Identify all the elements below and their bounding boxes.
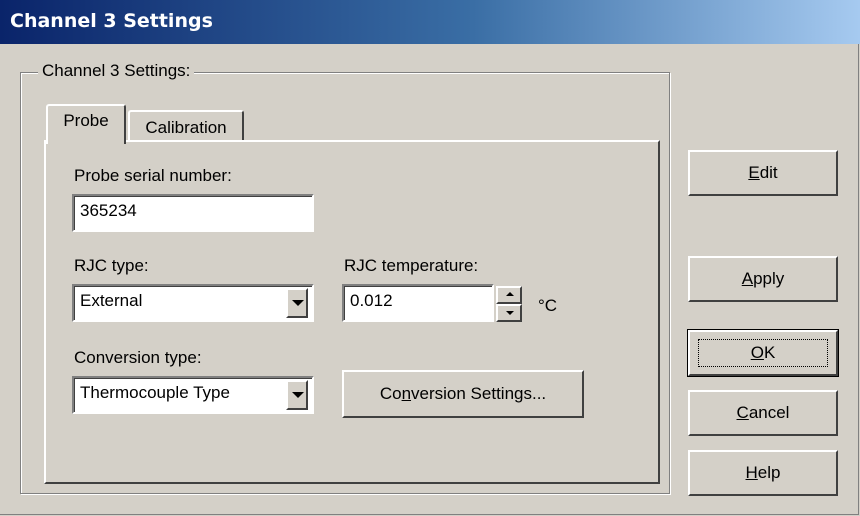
window-title: Channel 3 Settings xyxy=(10,10,213,32)
conversion-settings-button[interactable]: Conversion Settings... xyxy=(342,370,584,418)
rjc-type-dropdown-button[interactable] xyxy=(286,288,308,318)
tab-calibration-label: Calibration xyxy=(145,118,227,137)
conversion-settings-label-suffix: version Settings... xyxy=(411,384,547,403)
conversion-type-value: Thermocouple Type xyxy=(80,383,230,402)
settings-dialog: Channel 3 Settings Channel 3 Settings: P… xyxy=(0,0,860,515)
edit-mnemonic: E xyxy=(748,163,760,182)
serial-number-input[interactable]: 365234 xyxy=(72,194,314,232)
edit-label: dit xyxy=(759,163,778,182)
edit-button[interactable]: Edit xyxy=(688,150,838,196)
conversion-type-dropdown-button[interactable] xyxy=(286,380,308,410)
apply-mnemonic: A xyxy=(741,269,754,288)
rjc-temperature-input[interactable]: 0.012 xyxy=(342,284,494,322)
focus-rectangle xyxy=(698,339,828,367)
serial-number-label: Probe serial number: xyxy=(74,166,232,185)
rjc-type-select[interactable]: External xyxy=(72,284,314,322)
cancel-button[interactable]: Cancel xyxy=(688,390,838,436)
cancel-mnemonic: C xyxy=(736,403,749,422)
temperature-unit-label: °C xyxy=(538,296,558,315)
rjc-type-value: External xyxy=(80,291,143,310)
tab-probe[interactable]: Probe xyxy=(46,104,126,144)
group-label: Channel 3 Settings: xyxy=(38,61,195,81)
help-mnemonic: H xyxy=(745,463,758,482)
serial-number-value: 365234 xyxy=(80,201,137,220)
rjc-temperature-label: RJC temperature: xyxy=(344,256,479,275)
conversion-settings-label-prefix: Co xyxy=(379,384,402,403)
rjc-temperature-value: 0.012 xyxy=(350,291,393,310)
conversion-settings-mnemonic: n xyxy=(401,384,412,403)
help-label: elp xyxy=(757,463,781,482)
ok-button[interactable]: OK xyxy=(687,329,839,377)
apply-label: pply xyxy=(753,269,785,288)
spin-up-button[interactable] xyxy=(496,286,522,304)
tab-calibration[interactable]: Calibration xyxy=(128,110,244,144)
apply-button[interactable]: Apply xyxy=(688,256,838,302)
rjc-type-label: RJC type: xyxy=(74,256,149,275)
cancel-label: ancel xyxy=(748,403,790,422)
spin-down-button[interactable] xyxy=(496,304,522,322)
conversion-type-select[interactable]: Thermocouple Type xyxy=(72,376,314,414)
conversion-type-label: Conversion type: xyxy=(74,348,202,367)
tab-probe-label: Probe xyxy=(63,111,109,130)
help-button[interactable]: Help xyxy=(688,450,838,496)
title-bar[interactable]: Channel 3 Settings xyxy=(0,0,860,44)
